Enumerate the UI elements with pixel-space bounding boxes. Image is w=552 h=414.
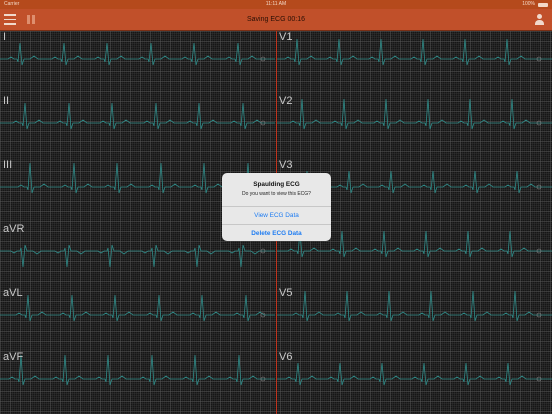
ecg-trace-V1 <box>277 38 552 66</box>
battery-percent: 100% <box>522 1 535 7</box>
view-ecg-button[interactable]: View ECG Data <box>222 206 331 224</box>
alert-title: Spaulding ECG <box>253 181 300 188</box>
lead-label-V5: V5 <box>279 287 293 299</box>
lead-label-V6: V6 <box>279 351 293 363</box>
ecg-trace-V2 <box>277 98 552 130</box>
battery-indicator: 100% <box>522 0 548 9</box>
ecg-trace-V6 <box>277 362 552 386</box>
delete-ecg-button[interactable]: Delete ECG Data <box>222 224 331 241</box>
lead-label-III: III <box>3 159 13 171</box>
alert-dialog: Spaulding ECG Do you want to view this E… <box>222 173 331 241</box>
lead-label-aVF: aVF <box>3 351 24 363</box>
status-time: 11:11 AM <box>265 1 287 7</box>
ecg-trace-I <box>0 42 275 66</box>
status-bar: Carrier 11:11 AM 100% <box>0 0 552 9</box>
ecg-trace-aVL <box>0 294 275 322</box>
ecg-trace-aVR <box>0 244 275 268</box>
lead-label-V1: V1 <box>279 31 293 43</box>
lead-label-II: II <box>3 95 10 107</box>
ecg-trace-II <box>0 102 275 130</box>
ecg-trace-aVF <box>0 354 275 386</box>
battery-icon <box>538 2 548 7</box>
lead-label-aVR: aVR <box>3 223 25 235</box>
lead-label-V2: V2 <box>279 95 293 107</box>
ecg-trace-V5 <box>277 290 552 322</box>
alert-message: Do you want to view this ECG? <box>242 191 311 197</box>
nav-bar: Saving ECG 00:16 <box>0 9 552 31</box>
person-icon[interactable] <box>535 14 544 25</box>
page-title: Saving ECG 00:16 <box>247 16 305 23</box>
lead-label-aVL: aVL <box>3 287 23 299</box>
lead-label-V3: V3 <box>279 159 293 171</box>
lead-label-I: I <box>3 31 7 43</box>
